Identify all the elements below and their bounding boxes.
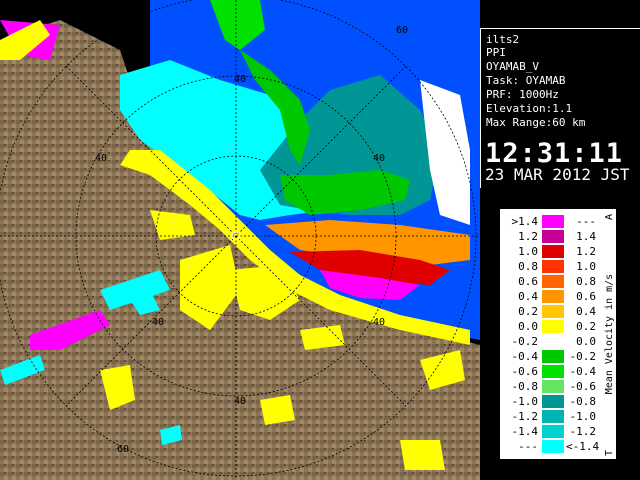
legend-upper-value: 0.0: [576, 335, 596, 348]
legend-row: 1.0 1.2: [500, 245, 600, 258]
legend-color-swatch: [542, 380, 564, 393]
ring-label: 40: [373, 153, 385, 164]
product-type: PPI: [486, 46, 506, 59]
legend-row: 0.4 0.6: [500, 290, 600, 303]
legend-row: -0.8 -0.6: [500, 380, 600, 393]
legend-color-swatch: [542, 335, 564, 348]
legend-upper-value: -0.4: [569, 365, 597, 378]
legend-row: -0.2 0.0: [500, 335, 600, 348]
legend-lower-value: 1.0: [518, 245, 538, 258]
legend-upper-value: -0.2: [569, 350, 597, 363]
legend-upper-value: <-1.4: [566, 440, 600, 453]
legend-upper-value: ---: [576, 215, 596, 228]
legend-upper-value: -1.0: [569, 410, 597, 423]
legend-row: -1.2 -1.0: [500, 410, 600, 423]
ring-label: 40: [234, 396, 246, 407]
legend-row: -1.4 -1.2: [500, 425, 600, 438]
legend-color-swatch: [542, 425, 564, 438]
legend-lower-value: 1.2: [518, 230, 538, 243]
legend-upper-value: 0.6: [576, 290, 596, 303]
velocity-color-legend: >1.4 --- 1.2 1.4 1.0 1.2 0.8 1.0 0.6 0.8 0.4 0.6 0.2…: [499, 208, 617, 460]
radar-ppi-display: 60 40 60 40 40 40 40 40 60: [0, 0, 480, 480]
legend-lower-value: -0.2: [511, 335, 539, 348]
ring-label: 40: [234, 74, 246, 85]
legend-color-swatch: [542, 215, 564, 228]
legend-lower-value: -1.4: [511, 425, 539, 438]
legend-top-marker: A: [604, 214, 615, 220]
scan-time: 12:31:11: [485, 138, 624, 169]
legend-upper-value: -0.8: [569, 395, 597, 408]
legend-upper-value: -0.6: [569, 380, 597, 393]
product-info-panel: ilts2 PPI OYAMAB_V Task: OYAMAB PRF: 100…: [480, 28, 640, 188]
legend-lower-value: -0.6: [511, 365, 539, 378]
legend-upper-value: 1.0: [576, 260, 596, 273]
legend-lower-value: -0.4: [511, 350, 539, 363]
legend-color-swatch: [542, 260, 564, 273]
legend-upper-value: -1.2: [569, 425, 597, 438]
scan-date: 23 MAR 2012 JST: [485, 165, 630, 184]
ring-label: 60: [396, 25, 408, 36]
legend-row: 0.0 0.2: [500, 320, 600, 333]
legend-color-swatch: [542, 410, 564, 423]
legend-lower-value: -0.8: [511, 380, 539, 393]
ring-label: 40: [95, 153, 107, 164]
legend-row: >1.4 ---: [500, 215, 600, 228]
elevation-value: Elevation:1.1: [486, 102, 573, 115]
legend-color-swatch: [542, 320, 564, 333]
system-name: ilts2: [486, 33, 520, 46]
ring-label: 40: [373, 317, 385, 328]
legend-lower-value: ---: [518, 440, 538, 453]
legend-title: A Mean Velocity in m/s T: [600, 209, 617, 459]
legend-row: 0.6 0.8: [500, 275, 600, 288]
legend-color-swatch: [542, 365, 564, 378]
legend-color-swatch: [542, 245, 564, 258]
legend-color-swatch: [542, 350, 564, 363]
legend-lower-value: >1.4: [511, 215, 539, 228]
legend-lower-value: 0.4: [518, 290, 538, 303]
legend-color-swatch: [542, 440, 564, 453]
legend-lower-value: 0.0: [518, 320, 538, 333]
site-variable: OYAMAB_V: [486, 60, 539, 73]
legend-color-swatch: [542, 305, 564, 318]
legend-color-swatch: [542, 230, 564, 243]
legend-upper-value: 0.8: [576, 275, 596, 288]
task-name: Task: OYAMAB: [486, 74, 566, 87]
legend-lower-value: 0.8: [518, 260, 538, 273]
legend-color-swatch: [542, 395, 564, 408]
prf-value: PRF: 1000Hz: [486, 88, 559, 101]
ring-label: 60: [117, 28, 129, 39]
legend-row: --- <-1.4: [500, 440, 600, 453]
legend-upper-value: 0.4: [576, 305, 596, 318]
ring-label: 60: [117, 444, 129, 455]
legend-row: -0.6 -0.4: [500, 365, 600, 378]
ring-label: 40: [152, 317, 164, 328]
legend-color-swatch: [542, 275, 564, 288]
legend-title-text: Mean Velocity in m/s: [604, 274, 615, 394]
legend-bottom-marker: T: [604, 450, 615, 456]
legend-color-swatch: [542, 290, 564, 303]
legend-row: 0.8 1.0: [500, 260, 600, 273]
legend-lower-value: 0.2: [518, 305, 538, 318]
legend-upper-value: 1.2: [576, 245, 596, 258]
legend-row: 1.2 1.4: [500, 230, 600, 243]
legend-row: -0.4 -0.2: [500, 350, 600, 363]
legend-row: -1.0 -0.8: [500, 395, 600, 408]
legend-lower-value: -1.0: [511, 395, 539, 408]
legend-upper-value: 1.4: [576, 230, 596, 243]
legend-lower-value: 0.6: [518, 275, 538, 288]
legend-lower-value: -1.2: [511, 410, 539, 423]
legend-row: 0.2 0.4: [500, 305, 600, 318]
legend-upper-value: 0.2: [576, 320, 596, 333]
max-range-value: Max Range:60 km: [486, 116, 586, 129]
